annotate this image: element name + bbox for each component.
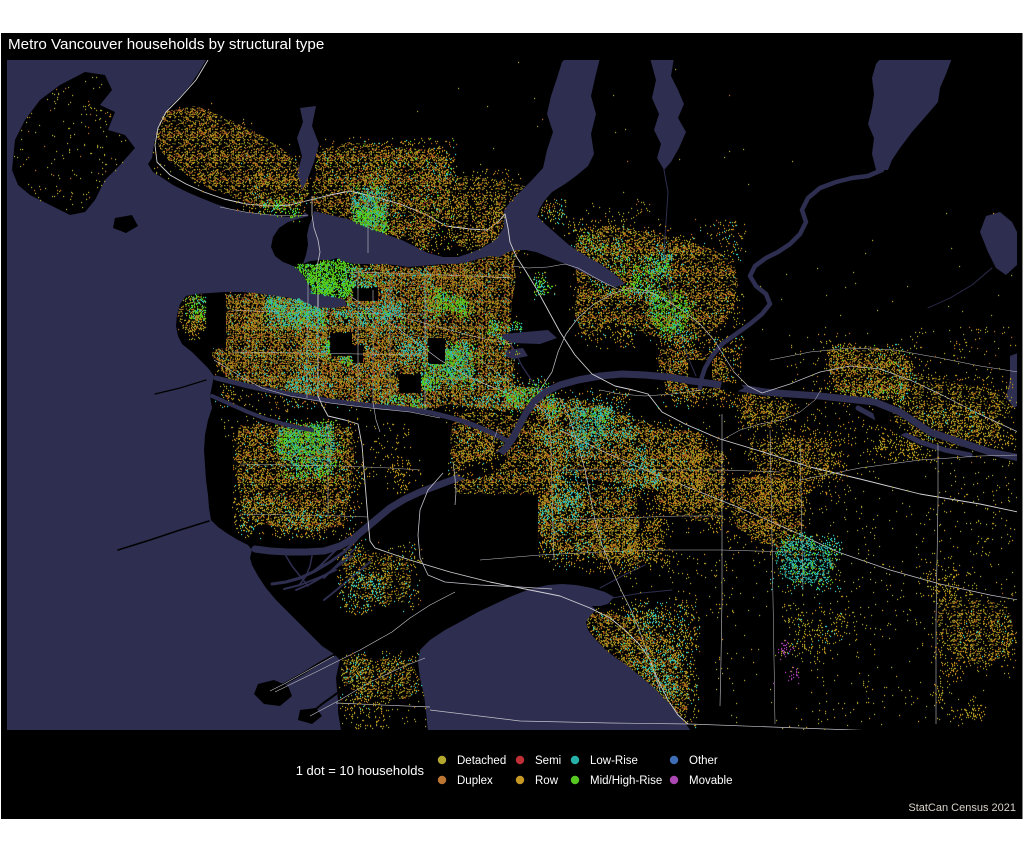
svg-text:Low-Rise: Low-Rise	[590, 755, 638, 767]
svg-text:Other: Other	[689, 755, 718, 767]
svg-text:1 dot = 10 households: 1 dot = 10 households	[296, 763, 425, 778]
svg-text:Mid/High-Rise: Mid/High-Rise	[590, 775, 662, 787]
svg-text:Row: Row	[535, 775, 559, 787]
svg-text:StatCan Census 2021: StatCan Census 2021	[908, 802, 1016, 814]
svg-text:Metro Vancouver households by: Metro Vancouver households by structural…	[8, 36, 324, 53]
svg-text:Detached: Detached	[457, 755, 506, 767]
svg-text:Semi: Semi	[535, 755, 561, 767]
svg-text:Movable: Movable	[689, 775, 732, 787]
svg-text:Duplex: Duplex	[457, 775, 493, 787]
